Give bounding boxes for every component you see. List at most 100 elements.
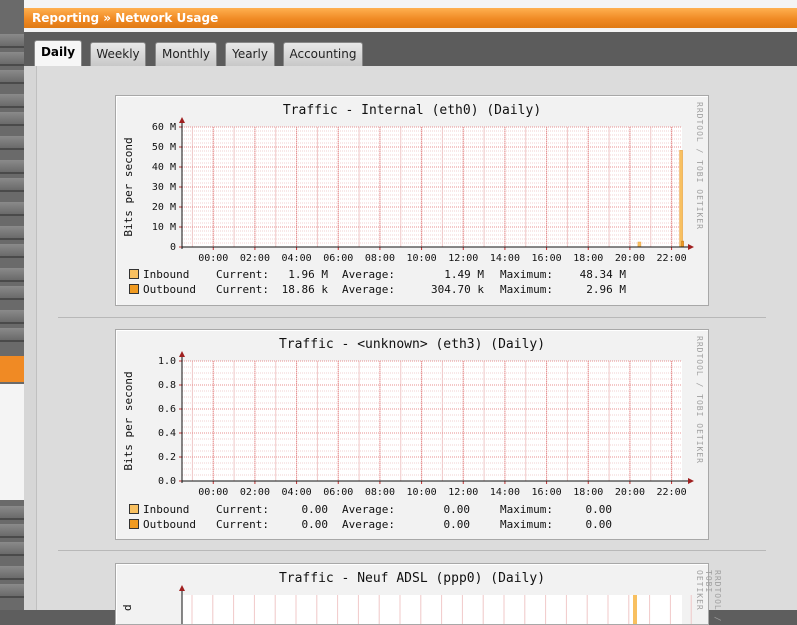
x-tick-label: 04:00	[282, 253, 312, 264]
y-axis-label: Bits per second	[122, 137, 135, 236]
x-tick-label: 06:00	[323, 253, 353, 264]
y-tick-label: 0.6	[158, 404, 176, 415]
legend-average-label: Average:	[342, 518, 395, 531]
legend-average-label: Average:	[342, 283, 395, 296]
sidebar-item[interactable]	[0, 244, 24, 258]
legend-current-value: 18.86 k	[281, 283, 328, 296]
sidebar-item[interactable]	[0, 136, 24, 150]
y-axis-label: Bits per second	[122, 371, 135, 470]
sidebar-item[interactable]	[0, 286, 24, 300]
legend-row-outbound: Outbound	[129, 283, 196, 296]
graph-eth3: Traffic - <unknown> (eth3) (Daily) RRDTO…	[115, 329, 709, 540]
sidebar-item-active[interactable]	[0, 356, 24, 382]
content-left-border	[24, 66, 37, 610]
x-tick-label: 10:00	[407, 487, 437, 498]
graph-plot: d	[121, 585, 692, 624]
sidebar-item[interactable]	[0, 542, 24, 556]
outbound-swatch	[129, 284, 139, 294]
graph-ppp0: Traffic - Neuf ADSL (ppp0) (Daily) RRDTO…	[115, 563, 722, 625]
inbound-swatch	[129, 504, 139, 514]
legend-current-value: 0.00	[301, 518, 329, 531]
sidebar-item[interactable]	[0, 94, 24, 108]
y-tick-label: 0.2	[158, 452, 176, 463]
legend-current-label: Current:	[216, 503, 269, 516]
y-tick-label: 0.8	[158, 380, 176, 391]
legend-maximum-value: 48.34 M	[579, 268, 626, 281]
sidebar-item[interactable]	[0, 524, 24, 538]
tab-weekly[interactable]: Weekly	[90, 42, 146, 66]
sidebar-item[interactable]	[0, 328, 24, 342]
y-tick-label: 20 M	[152, 202, 176, 213]
separator	[58, 550, 766, 551]
data-bar-outbound	[681, 240, 684, 248]
x-tick-label: 04:00	[282, 487, 312, 498]
legend-current-label: Current:	[216, 268, 269, 281]
y-tick-label: 30 M	[152, 182, 176, 193]
breadcrumb: Reporting » Network Usage	[24, 8, 797, 28]
legend-average-value: 1.49 M	[444, 268, 484, 281]
y-axis-arrow	[179, 351, 185, 357]
sidebar-item[interactable]	[0, 566, 24, 580]
x-axis-arrow	[688, 244, 694, 250]
legend-row-outbound: Outbound	[129, 518, 196, 531]
x-tick-label: 08:00	[365, 487, 395, 498]
y-axis-label: d	[121, 604, 134, 611]
y-tick-label: 60 M	[152, 122, 176, 133]
sidebar-item[interactable]	[0, 202, 24, 216]
x-tick-label: 16:00	[532, 487, 562, 498]
sidebar-item[interactable]	[0, 34, 24, 48]
legend-maximum-label: Maximum:	[500, 283, 553, 296]
legend-maximum-label: Maximum:	[500, 518, 553, 531]
legend-current-value: 0.00	[301, 503, 329, 516]
inbound-swatch	[129, 269, 139, 279]
outbound-swatch	[129, 519, 139, 529]
tab-yearly[interactable]: Yearly	[225, 42, 275, 66]
y-tick-label: 10 M	[152, 222, 176, 233]
tab-accounting[interactable]: Accounting	[283, 42, 363, 66]
sidebar-item[interactable]	[0, 268, 24, 282]
tab-monthly[interactable]: Monthly	[155, 42, 217, 66]
x-tick-label: 08:00	[365, 253, 395, 264]
legend-maximum-label: Maximum:	[500, 268, 553, 281]
sidebar-item[interactable]	[0, 52, 24, 66]
header: Reporting » Network Usage	[24, 0, 797, 32]
sidebar-item[interactable]	[0, 584, 24, 598]
data-bar-inbound	[637, 241, 642, 248]
y-axis-arrow	[179, 585, 185, 591]
separator	[58, 317, 766, 318]
sidebar	[0, 0, 24, 610]
x-tick-label: 02:00	[240, 487, 270, 498]
sidebar-item[interactable]	[0, 310, 24, 324]
x-tick-label: 18:00	[573, 253, 603, 264]
sidebar-item[interactable]	[0, 178, 24, 192]
tab-strip: Daily Weekly Monthly Yearly Accounting	[24, 32, 797, 66]
x-tick-label: 22:00	[657, 487, 687, 498]
legend-maximum-label: Maximum:	[500, 503, 553, 516]
x-tick-label: 10:00	[407, 253, 437, 264]
data-bar-inbound	[679, 150, 683, 248]
legend-current-value: 1.96 M	[288, 268, 328, 281]
x-tick-label: 20:00	[615, 253, 645, 264]
x-axis-arrow	[688, 478, 694, 484]
x-tick-label: 22:00	[657, 253, 687, 264]
sidebar-item[interactable]	[0, 70, 24, 84]
legend-row-inbound: Inbound	[129, 503, 189, 516]
y-tick-label: 40 M	[152, 162, 176, 173]
legend-current-label: Current:	[216, 283, 269, 296]
x-tick-label: 02:00	[240, 253, 270, 264]
legend-maximum-value: 0.00	[585, 518, 613, 531]
x-tick-label: 20:00	[615, 487, 645, 498]
sidebar-item[interactable]	[0, 112, 24, 126]
tab-daily[interactable]: Daily	[34, 40, 82, 66]
x-tick-label: 14:00	[490, 487, 520, 498]
legend-label: Outbound	[143, 518, 196, 531]
legend-average-value: 0.00	[443, 518, 471, 531]
sidebar-item[interactable]	[0, 226, 24, 240]
y-tick-label: 50 M	[152, 142, 176, 153]
sidebar-item[interactable]	[0, 506, 24, 520]
graph-eth0: Traffic - Internal (eth0) (Daily) RRDTOO…	[115, 95, 709, 306]
sidebar-item[interactable]	[0, 160, 24, 174]
x-tick-label: 00:00	[198, 253, 228, 264]
legend-label: Inbound	[143, 268, 190, 281]
sidebar-panel	[0, 384, 24, 500]
